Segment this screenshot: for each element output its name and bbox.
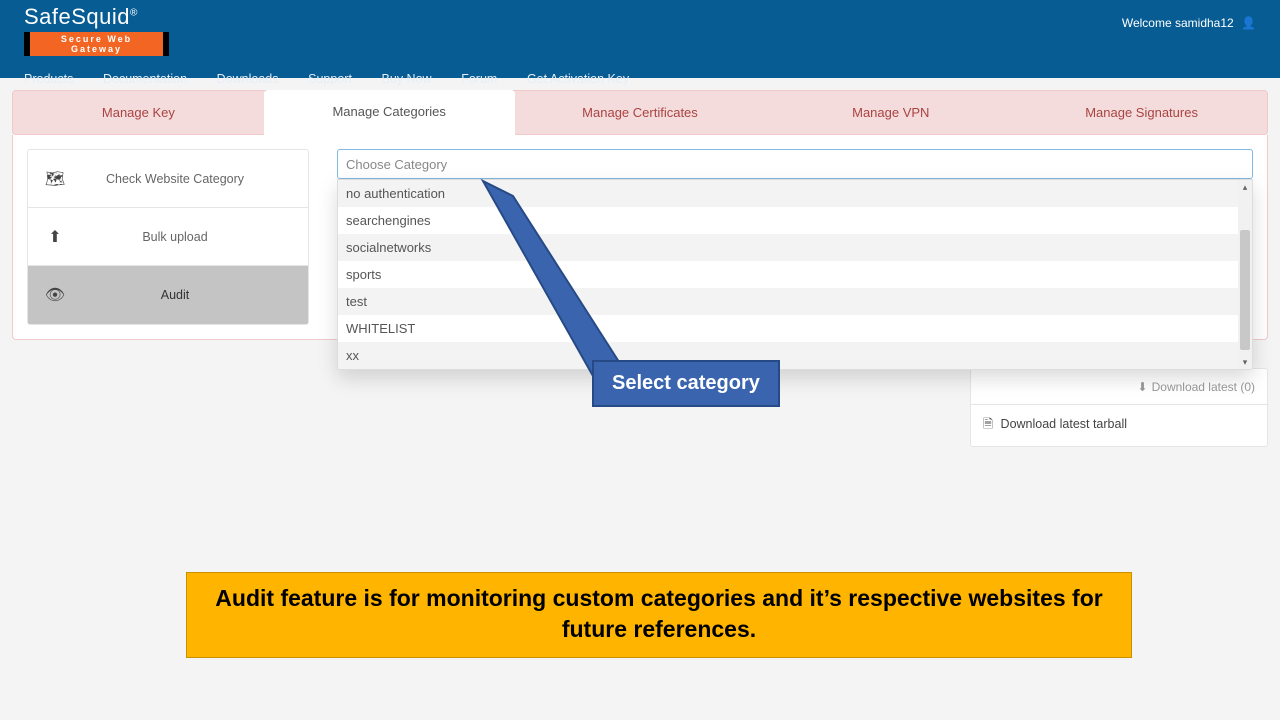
welcome-text: Welcome samidha12 👤 [1122, 16, 1256, 30]
category-input[interactable] [346, 157, 1244, 172]
scroll-up-icon[interactable]: ▴ [1238, 180, 1252, 194]
nav-buy-now[interactable]: Buy Now [382, 66, 432, 98]
scroll-thumb[interactable] [1240, 230, 1250, 350]
download-head-text: Download latest (0) [1152, 380, 1255, 394]
nav-documentation[interactable]: Documentation [103, 66, 187, 98]
scroll-down-icon[interactable]: ▾ [1238, 355, 1252, 369]
file-icon: 🗎 [983, 417, 993, 431]
brand-reg: ® [130, 8, 138, 19]
info-banner: Audit feature is for monitoring custom c… [186, 572, 1132, 658]
sidebar-item-check-category[interactable]: 🗺 Check Website Category [28, 150, 308, 208]
callout: Select category [592, 360, 780, 407]
option-sports[interactable]: sports [338, 261, 1252, 288]
nav-activation-key[interactable]: Get Activation Key [527, 66, 629, 98]
user-icon: 👤 [1241, 16, 1256, 30]
sidebar-item-audit[interactable]: 👁 Audit [28, 266, 308, 324]
option-xx[interactable]: xx [338, 342, 1252, 369]
sidebar-item-label: Bulk upload [82, 230, 308, 244]
top-nav: Products Documentation Downloads Support… [24, 66, 1256, 98]
option-no-authentication[interactable]: no authentication [338, 180, 1252, 207]
option-whitelist[interactable]: WHITELIST [338, 315, 1252, 342]
sidebar: 🗺 Check Website Category ⬆ Bulk upload 👁… [27, 149, 309, 325]
option-test[interactable]: test [338, 288, 1252, 315]
brand-name-text: SafeSquid [24, 4, 130, 29]
category-dropdown: no authentication searchengines socialne… [337, 179, 1253, 370]
download-body-text: Download latest tarball [1001, 417, 1127, 431]
brand-name: SafeSquid® [24, 4, 138, 29]
callout-label: Select category [592, 360, 780, 407]
download-tarball-link[interactable]: 🗎 Download latest tarball [971, 405, 1267, 446]
nav-downloads[interactable]: Downloads [217, 66, 279, 98]
body-row: 🗺 Check Website Category ⬆ Bulk upload 👁… [12, 135, 1268, 340]
download-panel: ⬇ Download latest (0) 🗎 Download latest … [970, 368, 1268, 447]
nav-forum[interactable]: Forum [461, 66, 497, 98]
sidebar-item-label: Check Website Category [82, 172, 308, 186]
sitemap-icon: 🗺 [28, 169, 82, 189]
sidebar-item-bulk-upload[interactable]: ⬆ Bulk upload [28, 208, 308, 266]
brand-logo: SafeSquid® Secure Web Gateway [24, 4, 169, 56]
sidebar-item-label: Audit [82, 288, 308, 302]
main-panel: no authentication searchengines socialne… [309, 149, 1253, 325]
nav-support[interactable]: Support [308, 66, 352, 98]
welcome-user: samidha12 [1175, 16, 1234, 30]
download-icon: ⬇ [1138, 380, 1148, 394]
option-socialnetworks[interactable]: socialnetworks [338, 234, 1252, 261]
category-combobox[interactable] [337, 149, 1253, 179]
header: SafeSquid® Secure Web Gateway Welcome sa… [0, 0, 1280, 78]
welcome-prefix: Welcome [1122, 16, 1175, 30]
brand-tagline: Secure Web Gateway [24, 32, 169, 56]
nav-products[interactable]: Products [24, 66, 73, 98]
eye-icon: 👁 [28, 285, 82, 305]
upload-icon: ⬆ [28, 227, 82, 247]
download-panel-head: ⬇ Download latest (0) [971, 369, 1267, 405]
dropdown-scrollbar[interactable]: ▴ ▾ [1238, 180, 1252, 369]
option-searchengines[interactable]: searchengines [338, 207, 1252, 234]
content: Manage Key Manage Categories Manage Cert… [0, 78, 1280, 352]
